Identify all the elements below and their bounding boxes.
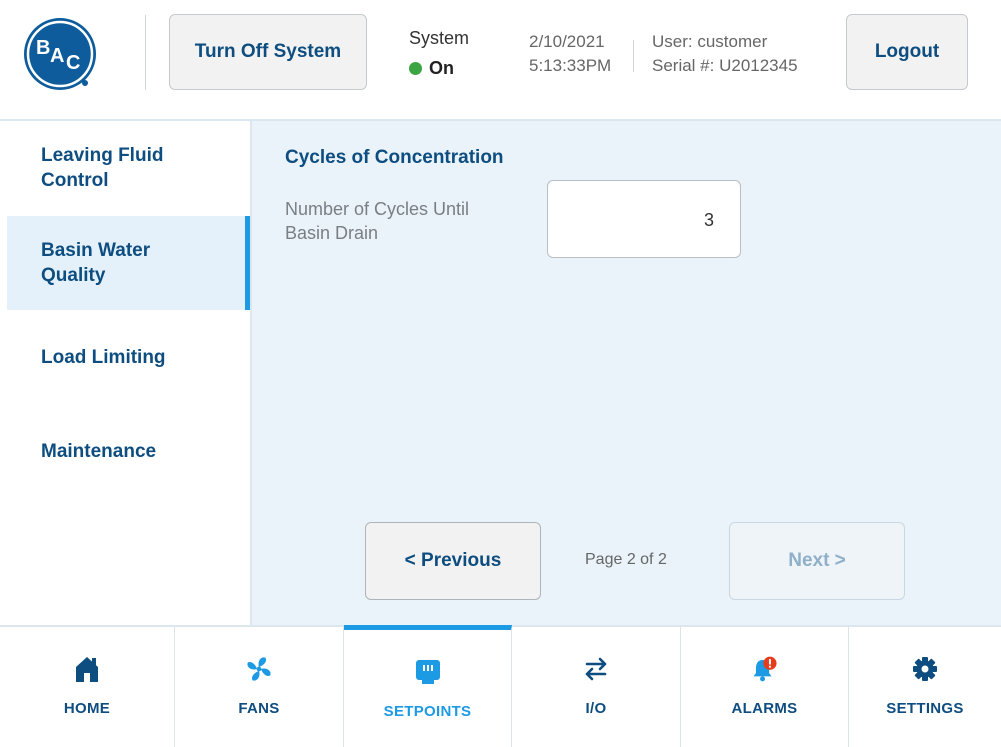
time-text: 5:13:33PM (529, 56, 612, 75)
nav-io-label: I/O (585, 700, 607, 717)
user-info: User: customer Serial #: U2012345 (652, 30, 798, 78)
sidebar-item-label: Maintenance (41, 440, 157, 462)
nav-settings[interactable]: SETTINGS (849, 627, 1001, 747)
sidebar-item-maintenance[interactable]: Maintenance (7, 404, 250, 498)
nav-alarms[interactable]: ALARMS (681, 627, 849, 747)
nav-settings-label: SETTINGS (886, 700, 964, 717)
nav-setpoints-label: SETPOINTS (383, 703, 472, 720)
status-dot-icon (409, 62, 422, 75)
nav-setpoints[interactable]: SETPOINTS (344, 625, 512, 747)
svg-text:C: C (66, 52, 80, 74)
gear-icon (911, 655, 939, 683)
nav-fans[interactable]: FANS (175, 627, 344, 747)
serial-text: Serial #: U2012345 (652, 56, 798, 75)
system-status: On (409, 58, 454, 79)
nav-home[interactable]: HOME (0, 627, 175, 747)
header-divider (145, 15, 146, 90)
next-button[interactable]: Next > (729, 522, 905, 600)
sidebar-item-label: Leaving Fluid Control (41, 145, 164, 191)
fan-icon (245, 655, 273, 683)
sidebar-item-label: Load Limiting (41, 346, 166, 368)
sidebar-item-leaving-fluid-control[interactable]: Leaving Fluid Control (7, 121, 250, 215)
svg-text:A: A (50, 45, 64, 67)
previous-button[interactable]: < Previous (365, 522, 541, 600)
svg-text:B: B (36, 37, 50, 59)
date-text: 2/10/2021 (529, 32, 605, 51)
bac-logo: B A C (24, 18, 96, 90)
turn-off-system-button[interactable]: Turn Off System (169, 14, 367, 90)
nav-alarms-label: ALARMS (731, 700, 798, 717)
section-title: Cycles of Concentration (285, 147, 504, 168)
page-indicator: Page 2 of 2 (585, 551, 667, 568)
setpoints-icon (414, 658, 442, 686)
sidebar-item-label: Basin Water Quality (41, 240, 151, 286)
cycles-field-label: Number of Cycles Until Basin Drain (285, 199, 470, 243)
nav-fans-label: FANS (238, 700, 280, 717)
cycles-input[interactable]: 3 (547, 180, 741, 258)
user-text: User: customer (652, 32, 768, 51)
header-bar: B A C Turn Off System System On 2/10/202… (0, 0, 1001, 121)
nav-io[interactable]: I/O (512, 627, 681, 747)
sidebar: Leaving Fluid Control Basin Water Qualit… (0, 121, 252, 625)
datetime: 2/10/2021 5:13:33PM (529, 30, 611, 78)
nav-home-label: HOME (63, 700, 111, 717)
info-divider (633, 40, 634, 72)
system-status-text: On (429, 58, 454, 78)
sidebar-item-basin-water-quality[interactable]: Basin Water Quality (7, 216, 250, 310)
logout-button[interactable]: Logout (846, 14, 968, 90)
sidebar-item-load-limiting[interactable]: Load Limiting (7, 310, 250, 404)
bottom-nav: HOME FANS SETPOINTS I/O ALARMS SETTINGS (0, 625, 1001, 747)
io-arrows-icon (582, 655, 610, 683)
main-content: Cycles of Concentration Number of Cycles… (252, 121, 1001, 625)
home-icon (73, 655, 101, 683)
system-label: System (409, 28, 470, 48)
alarm-bell-icon (751, 655, 779, 683)
